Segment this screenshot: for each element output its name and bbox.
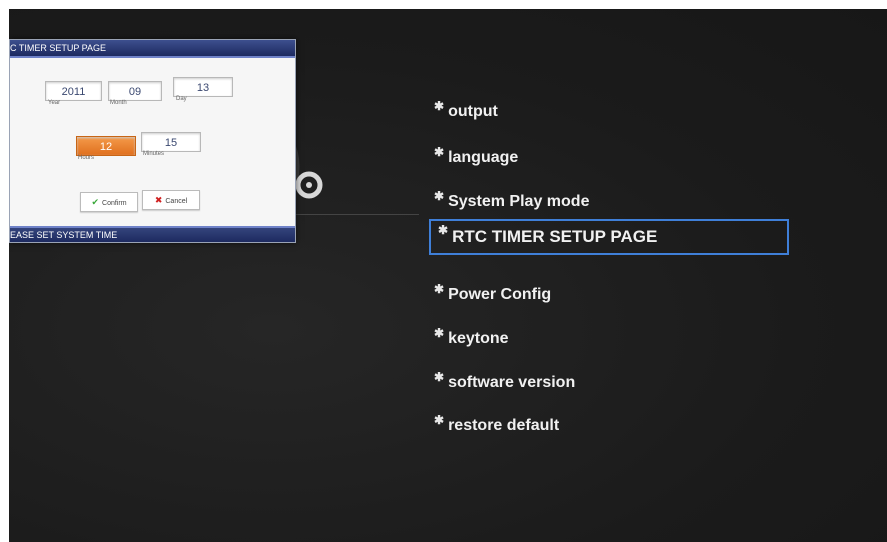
confirm-button[interactable]: ✔ Confirm xyxy=(80,192,138,212)
month-label: Month xyxy=(110,100,127,106)
dialog-title: C TIMER SETUP PAGE xyxy=(10,40,295,58)
menu-item-label: RTC TIMER SETUP PAGE xyxy=(452,227,658,246)
month-field[interactable]: 09 xyxy=(108,81,162,101)
gear-icon: ✱ xyxy=(434,413,445,427)
dialog-footer: EASE SET SYSTEM TIME xyxy=(10,226,295,242)
day-field[interactable]: 13 xyxy=(173,77,233,97)
minutes-label: Minutes xyxy=(143,151,165,157)
menu-item-label: output xyxy=(448,103,498,120)
gear-icon: ✱ xyxy=(434,282,445,296)
menu-item-software-version[interactable]: ✱ software version xyxy=(434,368,575,398)
gear-icon: ✱ xyxy=(438,223,449,237)
menu-item-restore-default[interactable]: ✱ restore default xyxy=(434,411,559,441)
hours-field[interactable]: 12 xyxy=(76,136,136,156)
gear-icon: ✱ xyxy=(434,145,445,159)
gear-icon: ✱ xyxy=(434,99,445,113)
confirm-label: Confirm xyxy=(102,200,127,207)
gear-icon: ✱ xyxy=(434,326,445,340)
year-field[interactable]: 2011 xyxy=(45,81,102,101)
menu-item-label: System Play mode xyxy=(448,193,590,210)
hours-label: Hours xyxy=(78,155,95,161)
menu-item-keytone[interactable]: ✱ keytone xyxy=(434,324,509,354)
menu-item-label: Power Config xyxy=(448,286,552,303)
menu-item-rtc-timer-setup[interactable]: ✱ RTC TIMER SETUP PAGE xyxy=(429,219,789,255)
close-icon: ✖ xyxy=(154,195,163,205)
divider xyxy=(294,214,419,215)
menu-item-label: language xyxy=(448,149,519,166)
menu-item-power-config[interactable]: ✱ Power Config xyxy=(434,280,551,310)
menu-item-label: keytone xyxy=(448,330,509,347)
year-label: Year xyxy=(48,100,61,106)
tv-screen: C TIMER SETUP PAGE 2011 Year 09 Month 13… xyxy=(9,9,887,542)
menu-item-language[interactable]: ✱ language xyxy=(434,143,518,173)
minutes-field[interactable]: 15 xyxy=(141,132,201,152)
cancel-label: Cancel xyxy=(165,198,188,205)
menu-item-system-play-mode[interactable]: ✱ System Play mode xyxy=(434,187,589,217)
cancel-button[interactable]: ✖ Cancel xyxy=(142,190,200,210)
menu-item-label: restore default xyxy=(448,417,560,434)
menu-item-output[interactable]: ✱ output xyxy=(434,97,498,127)
rtc-timer-dialog: C TIMER SETUP PAGE 2011 Year 09 Month 13… xyxy=(9,39,296,243)
day-label: Day xyxy=(176,96,187,102)
gear-icon: ✱ xyxy=(434,189,445,203)
menu-item-label: software version xyxy=(448,374,576,391)
gear-icon: ✱ xyxy=(434,370,445,384)
checkmark-icon: ✔ xyxy=(91,197,100,207)
